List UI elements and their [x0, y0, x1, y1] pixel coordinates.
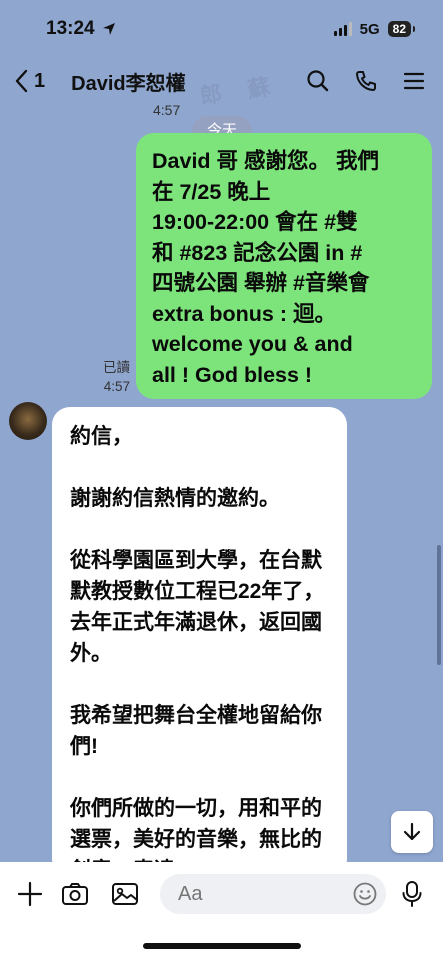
- image-button[interactable]: [110, 879, 140, 909]
- incoming-message-bubble[interactable]: 約信， 謝謝約信熱情的邀約。 從科學園區到大學，在台默默教授數位工程已22年了，…: [52, 407, 347, 877]
- network-type: 5G: [359, 20, 380, 38]
- camera-icon: [62, 883, 88, 905]
- search-icon: [307, 70, 329, 92]
- emoji-icon: [353, 882, 377, 906]
- message-composer: [0, 862, 443, 960]
- image-icon: [112, 883, 138, 905]
- emoji-button[interactable]: [350, 879, 380, 909]
- scrollbar[interactable]: [437, 545, 441, 665]
- add-button[interactable]: [15, 879, 45, 909]
- status-bar: 13:24 5G 82: [0, 0, 443, 58]
- message-paragraph: 從科學園區到大學，在台默默教授數位工程已22年了，去年正式年滿退休，返回國外。: [70, 549, 325, 665]
- status-time: 13:24: [46, 18, 95, 39]
- home-indicator: [143, 943, 301, 949]
- chat-title[interactable]: David李恕權: [71, 67, 305, 96]
- battery-icon: 82: [387, 21, 416, 37]
- camera-button[interactable]: [60, 879, 90, 909]
- phone-icon: [356, 71, 376, 91]
- voice-button[interactable]: [397, 879, 427, 909]
- message-paragraph: 約信，: [70, 425, 133, 448]
- call-button[interactable]: [353, 68, 379, 94]
- hamburger-menu-icon: [403, 72, 425, 90]
- plus-icon: [17, 881, 43, 907]
- message-input[interactable]: [178, 882, 328, 906]
- read-label: 已讀: [103, 360, 130, 375]
- read-receipt: 已讀 4:57: [90, 358, 130, 396]
- chevron-left-icon: [15, 69, 28, 93]
- previous-message-time: 4:57: [153, 102, 181, 118]
- message-input-container[interactable]: [160, 874, 386, 914]
- back-button[interactable]: 1: [14, 69, 45, 93]
- avatar[interactable]: [9, 402, 47, 440]
- message-time: 4:57: [103, 379, 130, 394]
- location-arrow-icon: [102, 23, 115, 35]
- arrow-down-icon: [403, 822, 421, 841]
- chat-header: 1 David李恕權: [0, 58, 443, 104]
- menu-button[interactable]: [401, 68, 427, 94]
- microphone-icon: [402, 881, 422, 907]
- search-button[interactable]: [305, 68, 331, 94]
- unread-count: 1: [34, 69, 46, 92]
- message-paragraph: 我希望把舞台全權地留給你們!: [70, 704, 322, 758]
- message-paragraph: 謝謝約信熱情的邀約。: [70, 487, 280, 510]
- scroll-to-bottom-button[interactable]: [391, 811, 433, 853]
- outgoing-message-bubble[interactable]: David 哥 感謝您。 我們 在 7/25 晚上 19:00-22:00 會在…: [136, 133, 432, 399]
- signal-icon: [333, 22, 352, 36]
